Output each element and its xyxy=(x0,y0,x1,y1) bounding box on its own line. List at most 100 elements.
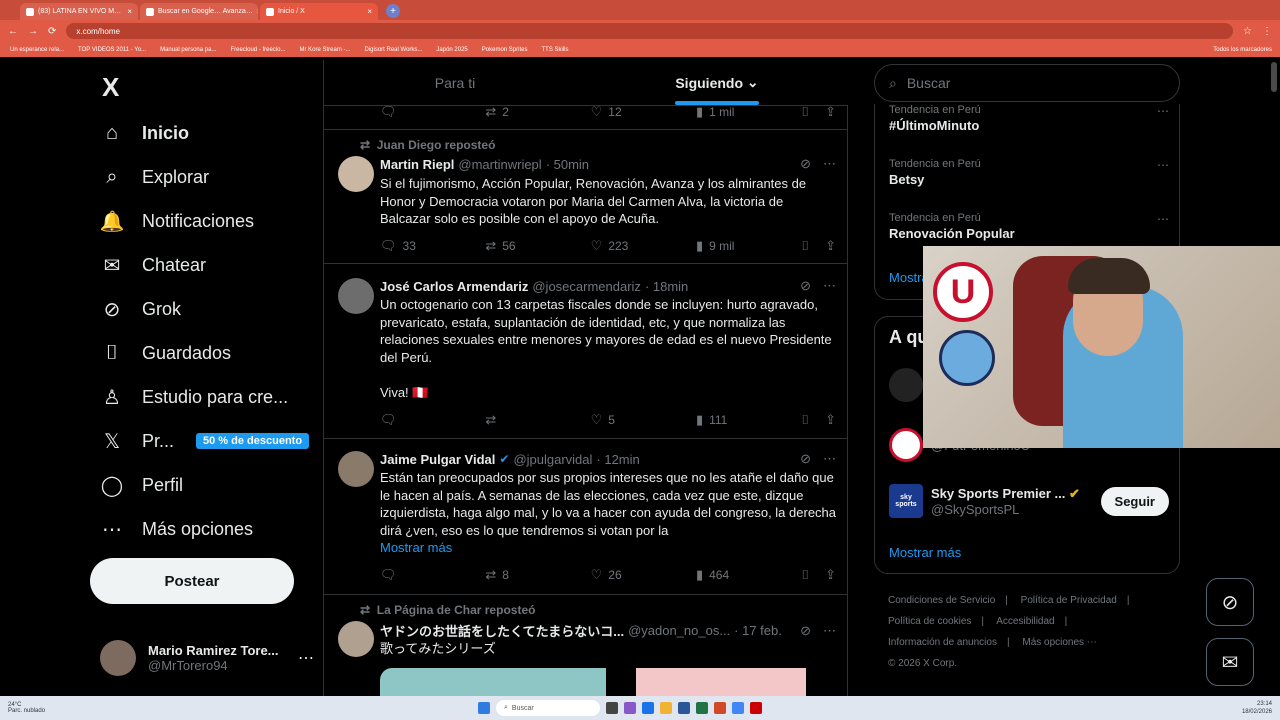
taskbar-search[interactable]: ⌕ Buscar xyxy=(496,700,600,716)
more-icon[interactable]: ⋯ xyxy=(823,451,836,467)
share-icon[interactable]: ⇪ xyxy=(825,567,836,583)
bookmark-icon[interactable]: ⌷ xyxy=(801,567,809,583)
author-name[interactable]: ヤドンのお世話をしたくてたまらないコ... xyxy=(380,621,624,640)
author-name[interactable]: José Carlos Armendariz xyxy=(380,279,528,294)
bookmark-item[interactable]: Manual persona pa... xyxy=(160,47,216,53)
views-button[interactable]: ▮ 1 mil xyxy=(696,104,786,120)
author-handle[interactable]: @jpulgarvidal xyxy=(513,452,592,467)
more-icon[interactable]: ⋯ xyxy=(823,623,836,639)
weather-widget[interactable]: 24°C Parc. nublado xyxy=(8,702,45,714)
post-media[interactable] xyxy=(380,668,834,696)
author-handle[interactable]: @yadon_no_os... xyxy=(628,623,730,638)
nav-item-chat[interactable]: ✉ Chatear xyxy=(100,245,206,285)
author-name[interactable]: Jaime Pulgar Vidal xyxy=(380,452,495,467)
more-icon[interactable]: ⋯ xyxy=(298,648,314,668)
trend-item[interactable]: Tendencia en Perú #ÚltimoMinuto ⋯ xyxy=(889,104,1169,133)
nav-item-home[interactable]: ⌂ Inicio xyxy=(100,113,189,153)
media-image[interactable] xyxy=(380,668,606,696)
close-tab-icon[interactable]: × xyxy=(367,7,372,16)
browser-tab-active[interactable]: Inicio / X × xyxy=(260,3,378,20)
follow-show-more-link[interactable]: Mostrar más xyxy=(889,545,961,560)
nav-item-profile[interactable]: ◯ Perfil xyxy=(100,465,183,505)
footer-link[interactable]: Accesibilidad xyxy=(996,616,1054,627)
nav-item-creator-studio[interactable]: ♙ Estudio para cre... xyxy=(100,377,288,417)
repost-button[interactable]: ⇄ 8 xyxy=(485,567,575,583)
follow-button[interactable]: Seguir xyxy=(1100,486,1169,516)
footer-link[interactable]: Información de anuncios xyxy=(888,637,997,648)
bookmark-star-icon[interactable]: ☆ xyxy=(1243,26,1252,37)
views-button[interactable]: ▮ 111 xyxy=(696,412,786,428)
app-icon[interactable] xyxy=(624,702,636,714)
follow-suggestion[interactable]: sky sports Sky Sports Premier ... ✔ @Sky… xyxy=(889,481,1169,521)
author-handle[interactable]: @josecarmendariz xyxy=(532,279,641,294)
avatar[interactable] xyxy=(338,278,374,314)
browser-tab[interactable]: Buscar en Google… Avanza…× xyxy=(140,3,258,20)
bookmark-icon[interactable]: ⌷ xyxy=(801,238,809,254)
scrollbar[interactable] xyxy=(1271,62,1277,92)
share-icon[interactable]: ⇪ xyxy=(825,412,836,428)
system-clock[interactable]: 23:14 18/02/2026 xyxy=(1242,700,1272,716)
bookmark-item[interactable]: Digisort Real Works... xyxy=(365,47,423,53)
nav-item-grok[interactable]: ⊘ Grok xyxy=(100,289,181,329)
footer-link[interactable]: Política de cookies xyxy=(888,616,971,627)
author-name[interactable]: Martin Riepl xyxy=(380,157,454,172)
like-button[interactable]: ♡ 26 xyxy=(591,567,681,583)
nav-item-premium[interactable]: 𝕏 Pr... 50 % de descuento xyxy=(100,421,310,461)
reply-button[interactable]: 🗨 xyxy=(380,567,470,583)
grok-icon[interactable]: ⊘ xyxy=(800,278,811,294)
more-icon[interactable]: ⋯ xyxy=(823,278,836,294)
grok-icon[interactable]: ⊘ xyxy=(800,623,811,639)
views-button[interactable]: ▮ 9 mil xyxy=(696,238,786,254)
close-tab-icon[interactable]: × xyxy=(257,7,258,16)
bookmark-item[interactable]: Japón 2025 xyxy=(436,47,467,53)
avatar[interactable] xyxy=(338,156,374,192)
tab-for-you[interactable]: Para ti xyxy=(324,60,586,105)
post-time[interactable]: · 12min xyxy=(596,452,639,467)
nav-item-bookmarks[interactable]: ⌷ Guardados xyxy=(100,333,231,373)
reload-icon[interactable]: ⟳ xyxy=(48,26,56,37)
edge-icon[interactable] xyxy=(642,702,654,714)
forward-icon[interactable]: → xyxy=(28,26,38,37)
post[interactable]: ⇄ Juan Diego reposteó Martin Riepl @mart… xyxy=(324,130,848,264)
grok-floating-button[interactable]: ⊘ xyxy=(1206,578,1254,626)
avatar[interactable] xyxy=(338,621,374,657)
share-icon[interactable]: ⇪ xyxy=(825,104,836,120)
bookmark-item[interactable]: TOP VIDEOS 2011 - Yo... xyxy=(78,47,146,53)
grok-icon[interactable]: ⊘ xyxy=(800,451,811,467)
media-image[interactable] xyxy=(636,668,806,696)
reply-button[interactable]: 🗨 33 xyxy=(380,238,470,254)
show-more-link[interactable]: Mostrar más xyxy=(380,539,836,557)
task-view-icon[interactable] xyxy=(606,702,618,714)
post[interactable]: José Carlos Armendariz @josecarmendariz … xyxy=(324,264,848,439)
excel-icon[interactable] xyxy=(696,702,708,714)
post-button[interactable]: Postear xyxy=(90,558,294,604)
address-bar[interactable]: x.com/home xyxy=(66,23,1234,39)
like-button[interactable]: ♡ 223 xyxy=(591,238,681,254)
bookmark-item[interactable]: Pokemon Sprites xyxy=(482,47,528,53)
word-icon[interactable] xyxy=(678,702,690,714)
tab-following[interactable]: Siguiendo ⌄ xyxy=(586,60,848,105)
close-tab-icon[interactable]: × xyxy=(127,7,132,16)
file-explorer-icon[interactable] xyxy=(660,702,672,714)
all-bookmarks[interactable]: Todos los marcadores xyxy=(1213,47,1272,53)
like-button[interactable]: ♡ 5 xyxy=(591,412,681,428)
windows-start-icon[interactable] xyxy=(478,702,490,714)
repost-button[interactable]: ⇄ 56 xyxy=(485,238,575,254)
footer-link[interactable]: Más opciones ⋯ xyxy=(1022,637,1096,648)
more-icon[interactable]: ⋯ xyxy=(1157,212,1169,226)
post-time[interactable]: · 17 feb. xyxy=(734,623,782,638)
app-icon[interactable] xyxy=(750,702,762,714)
footer-link[interactable]: Condiciones de Servicio xyxy=(888,595,995,606)
reply-button[interactable]: 🗨 xyxy=(380,412,470,428)
reply-button[interactable]: 🗨 xyxy=(380,104,470,120)
messages-floating-button[interactable]: ✉ xyxy=(1206,638,1254,686)
bookmark-item[interactable]: Mr Kore Stream -... xyxy=(299,47,350,53)
bookmark-item[interactable]: TTS Skills xyxy=(541,47,568,53)
bookmark-icon[interactable]: ⌷ xyxy=(801,104,809,120)
like-button[interactable]: ♡ 12 xyxy=(591,104,681,120)
views-button[interactable]: ▮ 464 xyxy=(696,567,786,583)
powerpoint-icon[interactable] xyxy=(714,702,726,714)
bookmark-item[interactable]: Freecloud - freeclo... xyxy=(230,47,285,53)
bookmark-item[interactable]: Un esperance rela... xyxy=(10,47,64,53)
trend-item[interactable]: Tendencia en Perú Renovación Popular ⋯ xyxy=(889,212,1169,241)
